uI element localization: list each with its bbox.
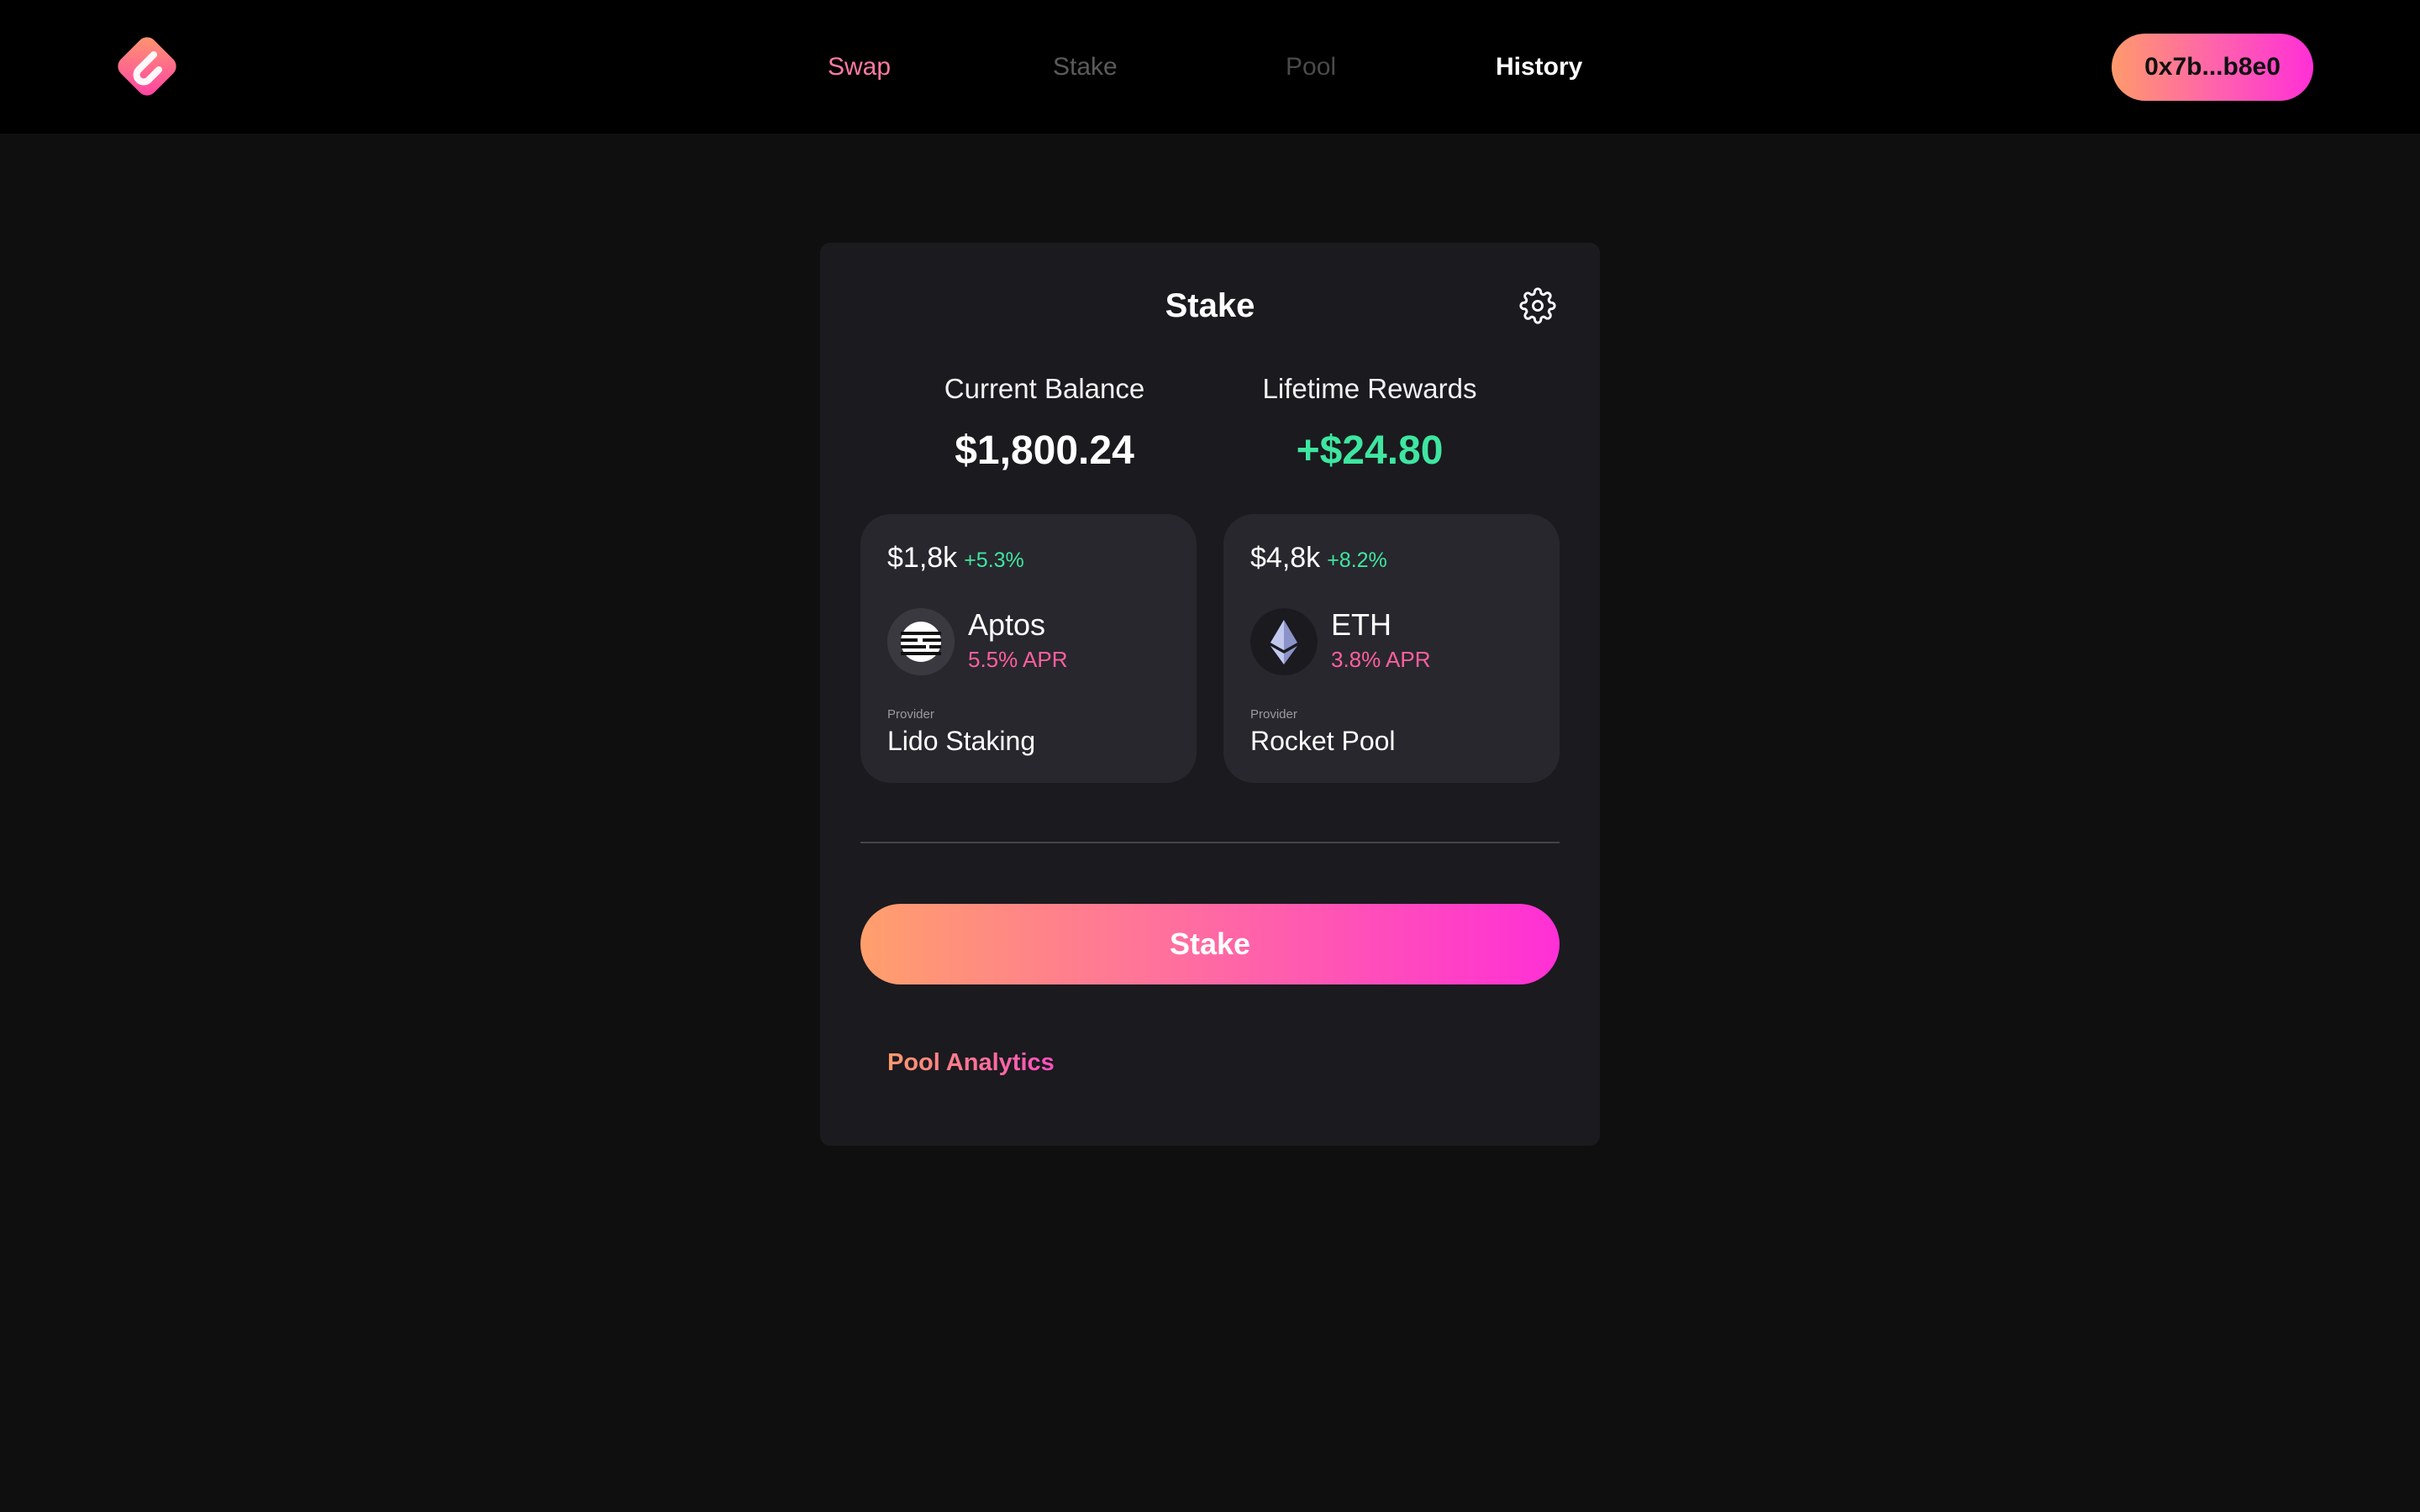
position-amount: $4,8k +8.2% xyxy=(1250,539,1387,579)
token-apr: 5.5% APR xyxy=(968,647,1068,672)
nav-pool[interactable]: Pool xyxy=(1286,49,1336,86)
current-balance-stat: Current Balance $1,800.24 xyxy=(885,372,1204,475)
position-card-eth[interactable]: $4,8k +8.2% ETH 3.8% APR Provider Rocket … xyxy=(1223,514,1560,783)
provider-caption: Provider xyxy=(887,707,934,722)
pool-analytics-link[interactable]: Pool Analytics xyxy=(887,1047,1055,1078)
nav-stake[interactable]: Stake xyxy=(1053,49,1118,86)
current-balance-label: Current Balance xyxy=(944,373,1145,404)
token-name: ETH xyxy=(1331,607,1392,642)
nav-swap[interactable]: Swap xyxy=(828,49,891,86)
main-nav: Swap Stake Pool History xyxy=(0,0,2420,134)
stake-panel: Stake Current Balance $1,800.24 Lifetime… xyxy=(820,243,1600,1146)
position-change: +8.2% xyxy=(1327,549,1387,572)
provider-name: Lido Staking xyxy=(887,726,1036,756)
gear-icon[interactable] xyxy=(1519,287,1556,324)
lifetime-rewards-value: +$24.80 xyxy=(1296,428,1444,473)
position-amount-value: $4,8k xyxy=(1250,542,1321,574)
panel-title: Stake xyxy=(1165,287,1255,324)
aptos-icon xyxy=(887,608,955,675)
provider-caption: Provider xyxy=(1250,707,1297,722)
position-change: +5.3% xyxy=(964,549,1024,572)
lifetime-rewards-label: Lifetime Rewards xyxy=(1262,373,1477,404)
stake-button[interactable]: Stake xyxy=(860,904,1560,984)
position-amount-value: $1,8k xyxy=(887,542,958,574)
divider xyxy=(860,842,1560,843)
token-name: Aptos xyxy=(968,607,1046,642)
token-apr: 3.8% APR xyxy=(1331,647,1431,672)
provider-name: Rocket Pool xyxy=(1250,726,1396,756)
staking-positions: $1,8k +5.3% Aptos 5.5% APR Provider Lido … xyxy=(860,514,1560,783)
current-balance-value: $1,800.24 xyxy=(955,428,1134,473)
wallet-address-button[interactable]: 0x7b...b8e0 xyxy=(2112,34,2313,101)
lifetime-rewards-stat: Lifetime Rewards +$24.80 xyxy=(1210,372,1529,475)
nav-history[interactable]: History xyxy=(1496,49,1582,86)
position-card-aptos[interactable]: $1,8k +5.3% Aptos 5.5% APR Provider Lido … xyxy=(860,514,1197,783)
top-navigation-bar: Swap Stake Pool History 0x7b...b8e0 xyxy=(0,0,2420,134)
position-amount: $1,8k +5.3% xyxy=(887,539,1024,579)
ethereum-icon xyxy=(1250,608,1318,675)
